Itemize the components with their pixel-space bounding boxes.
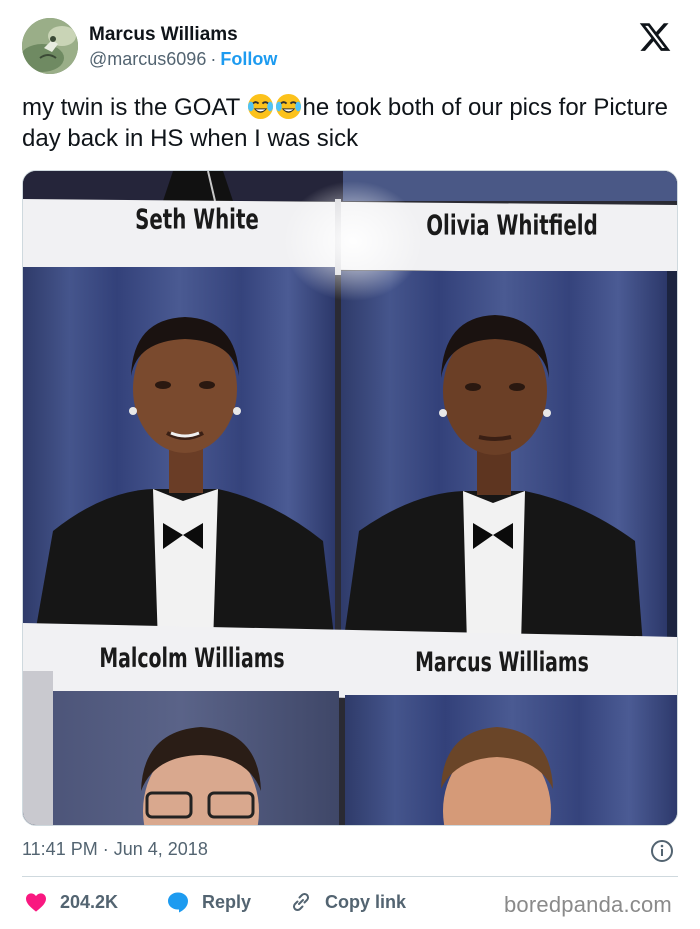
info-icon[interactable] — [650, 839, 674, 863]
reply-button[interactable]: Reply — [166, 889, 251, 915]
handle-separator: · — [210, 49, 217, 69]
timestamp-separator: · — [102, 839, 109, 859]
author-handle-row: @marcus6096 · Follow — [89, 49, 277, 70]
tweet-photo[interactable] — [22, 170, 678, 826]
author-name[interactable]: Marcus Williams — [89, 24, 238, 46]
link-icon — [292, 892, 310, 912]
author-handle[interactable]: @marcus6096 — [89, 49, 206, 69]
tweet-text-part1: my twin is the GOAT — [22, 94, 247, 121]
copy-link-label: Copy link — [325, 891, 407, 912]
like-button[interactable]: 204.2K — [24, 889, 118, 915]
tears-of-joy-emoji-icon — [247, 93, 274, 120]
like-count: 204.2K — [60, 891, 119, 912]
watermark: boredpanda.com — [504, 892, 672, 917]
reply-bubble-icon — [168, 892, 188, 913]
tweet-card: Marcus Williams @marcus6096 · Follow my tw… — [0, 0, 700, 929]
divider — [22, 876, 678, 877]
tears-of-joy-emoji-icon — [275, 93, 302, 120]
timestamp-time: 11:41 PM — [22, 839, 98, 859]
follow-button[interactable]: Follow — [220, 49, 277, 69]
heart-icon — [26, 893, 46, 912]
timestamp[interactable]: 11:41 PM · Jun 4, 2018 — [22, 839, 208, 860]
timestamp-date: Jun 4, 2018 — [113, 839, 208, 859]
copy-link-button[interactable]: Copy link — [289, 889, 406, 915]
reply-label: Reply — [202, 891, 252, 912]
x-logo-icon[interactable] — [636, 20, 674, 54]
tweet-text: my twin is the GOAT he took both of our … — [22, 92, 682, 154]
avatar[interactable] — [22, 18, 78, 74]
